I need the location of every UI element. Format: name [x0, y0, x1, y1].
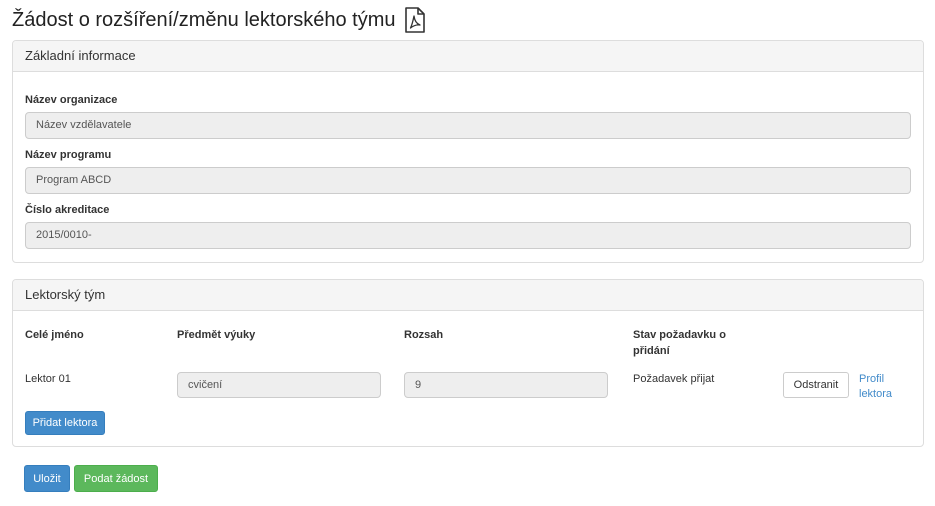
- column-header-subject: Předmět výuky: [177, 329, 256, 341]
- basic-info-panel: Základní informace Název organizace Náze…: [12, 40, 924, 263]
- save-button[interactable]: Uložit: [24, 465, 70, 492]
- organization-label: Název organizace: [25, 94, 118, 106]
- lecturer-team-heading: Lektorský tým: [13, 280, 923, 311]
- lecturer-name: Lektor 01: [25, 373, 71, 385]
- add-lecturer-button[interactable]: Přidat lektora: [25, 411, 105, 435]
- lecturer-profile-link[interactable]: Profil lektora: [859, 372, 903, 402]
- pdf-file-icon[interactable]: [404, 7, 426, 33]
- lecturer-team-panel: Lektorský tým Celé jméno Předmět výuky R…: [12, 279, 924, 447]
- subject-field: cvičení: [177, 372, 381, 398]
- page-header: Žádost o rozšíření/změnu lektorského tým…: [12, 6, 426, 34]
- organization-field: Název vzdělavatele: [25, 112, 911, 139]
- column-header-status: Stav požadavku o přidání: [633, 329, 726, 357]
- program-field: Program ABCD: [25, 167, 911, 194]
- accreditation-field: 2015/0010-: [25, 222, 911, 249]
- column-header-name: Celé jméno: [25, 329, 84, 341]
- page-title: Žádost o rozšíření/změnu lektorského tým…: [12, 8, 396, 31]
- column-header-scope: Rozsah: [404, 329, 444, 341]
- remove-lecturer-button[interactable]: Odstranit: [783, 372, 849, 398]
- program-label: Název programu: [25, 149, 112, 161]
- scope-field: 9: [404, 372, 608, 398]
- basic-info-heading: Základní informace: [13, 41, 923, 72]
- request-status: Požadavek přijat: [633, 373, 715, 385]
- submit-request-button[interactable]: Podat žádost: [74, 465, 158, 492]
- accreditation-label: Číslo akreditace: [25, 204, 110, 216]
